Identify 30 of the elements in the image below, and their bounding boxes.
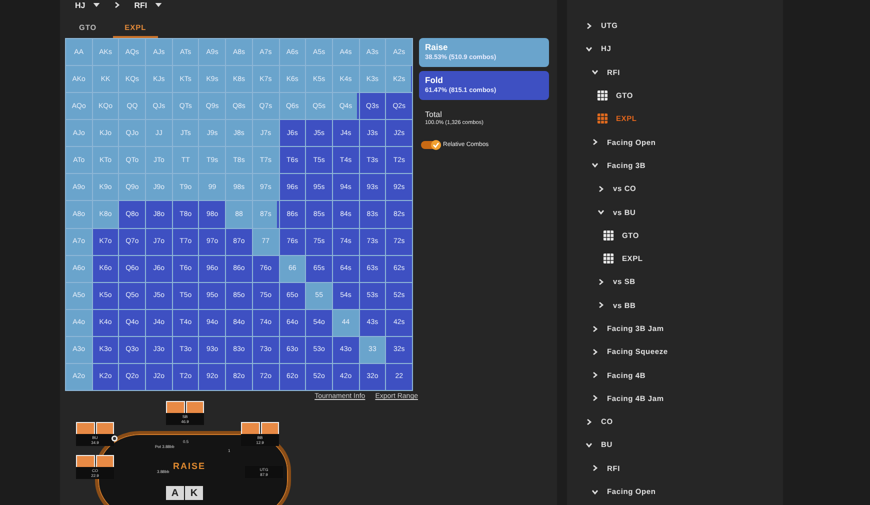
chevron-right-icon[interactable] — [591, 464, 599, 472]
chevron-right-icon[interactable] — [591, 348, 599, 356]
hole-card: K — [185, 486, 203, 500]
logo: RAISE — [173, 461, 206, 471]
chevron-right-icon[interactable] — [591, 371, 599, 380]
grid-icon[interactable] — [597, 90, 608, 102]
chevron-right-icon[interactable] — [591, 324, 599, 332]
position-select[interactable]: HJ — [75, 0, 86, 10]
chevron-down-icon[interactable] — [585, 44, 593, 53]
chevron-down-icon[interactable] — [585, 440, 593, 449]
chevron-right-icon[interactable] — [591, 138, 599, 146]
hole-card: A — [166, 486, 184, 500]
chevron-down-icon[interactable] — [591, 161, 599, 170]
chevron-right-icon[interactable] — [597, 184, 605, 193]
chevron-down-icon[interactable] — [597, 208, 605, 216]
chevron-right-icon — [113, 1, 122, 9]
grid-icon[interactable] — [603, 230, 614, 241]
chevron-right-icon[interactable] — [585, 418, 593, 426]
chevron-right-icon[interactable] — [597, 278, 605, 286]
chevron-down-icon[interactable] — [591, 488, 599, 496]
toggle-switch[interactable] — [421, 140, 441, 150]
caret-icon — [93, 3, 100, 7]
total-label: Total — [425, 110, 443, 119]
chevron-right-icon[interactable] — [585, 22, 593, 30]
spot-select[interactable]: RFI — [134, 0, 148, 10]
grid-icon[interactable] — [603, 253, 614, 264]
chevron-right-icon[interactable] — [597, 301, 605, 310]
caret-icon — [155, 3, 162, 7]
chevron-right-icon[interactable] — [591, 394, 599, 402]
chevron-down-icon[interactable] — [591, 68, 599, 76]
